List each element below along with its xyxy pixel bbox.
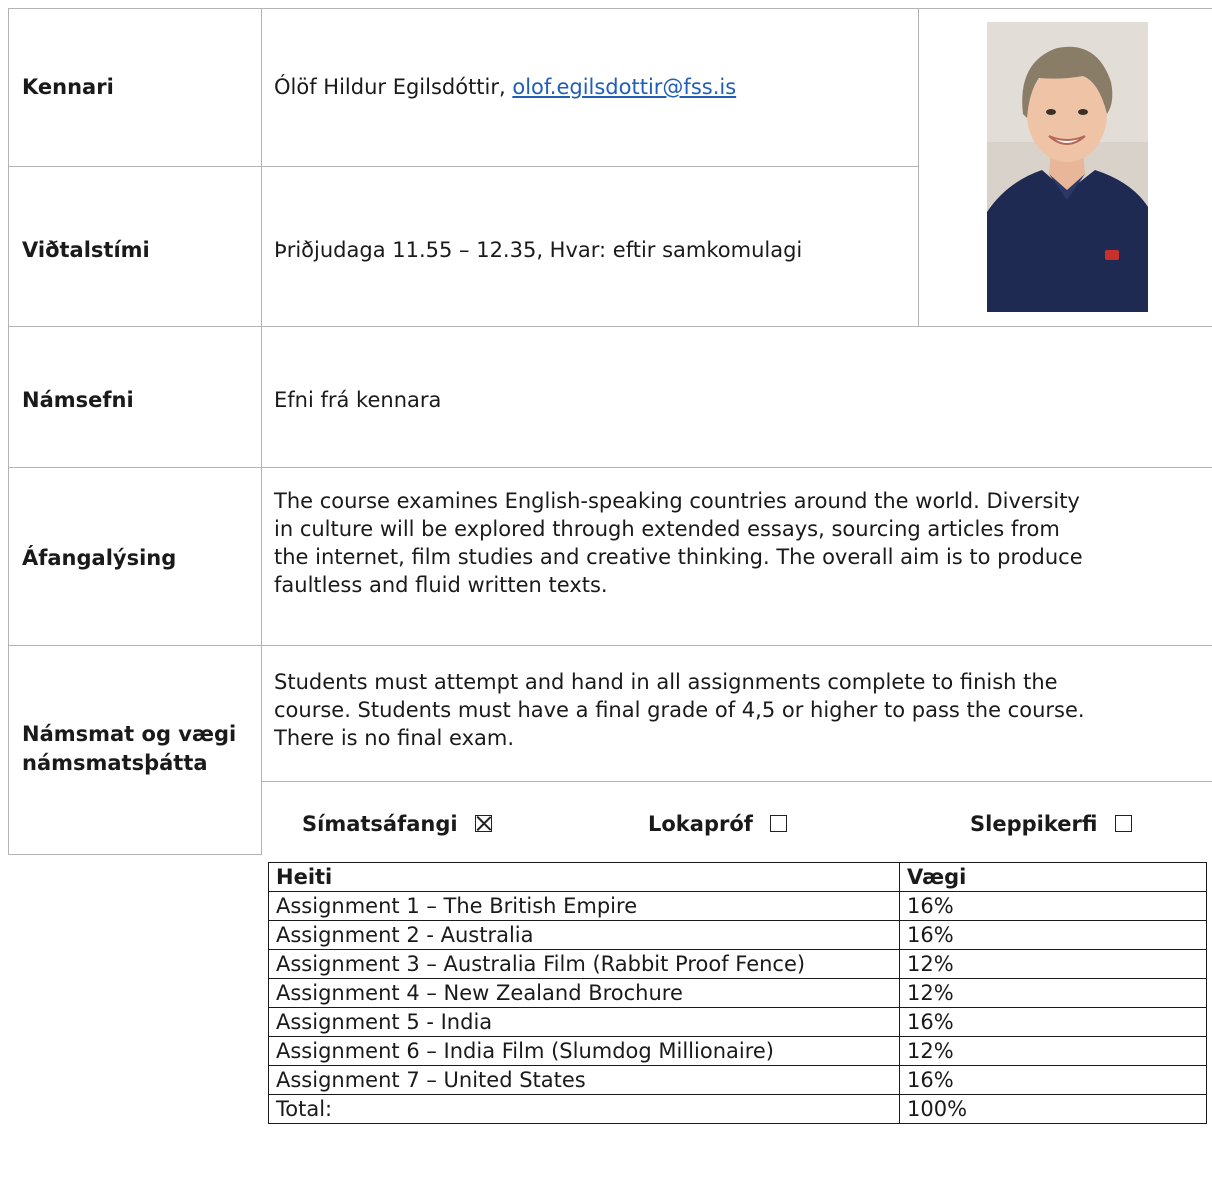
photo-column-divider: [918, 8, 919, 326]
assignment-name: Assignment 2 - Australia: [268, 920, 900, 950]
description-line: The course examines English-speaking cou…: [274, 489, 1080, 513]
checkbox-empty-icon[interactable]: [770, 815, 788, 832]
grades-table: Heiti Vægi Assignment 1 – The British Em…: [268, 862, 1207, 1124]
teacher-name: Ólöf Hildur Egilsdóttir,: [274, 75, 506, 99]
option-lokaprof[interactable]: Lokapróf: [648, 812, 788, 836]
row-divider: [8, 645, 1212, 646]
row-divider: [8, 326, 1212, 327]
description-text: The course examines English-speaking cou…: [274, 487, 1204, 599]
assignment-weight: 12%: [899, 978, 1207, 1008]
checkbox-empty-icon[interactable]: [1114, 815, 1132, 832]
table-row: Assignment 2 - Australia 16%: [268, 920, 1207, 950]
description-label: Áfangalýsing: [22, 546, 177, 570]
assignment-name: Assignment 4 – New Zealand Brochure: [268, 978, 900, 1008]
description-line: the internet, film studies and creative …: [274, 545, 1083, 569]
material-value: Efni frá kennara: [274, 388, 442, 412]
assessment-text: Students must attempt and hand in all as…: [274, 668, 1204, 752]
assignment-weight: 16%: [899, 1065, 1207, 1095]
option-simatsafangi[interactable]: Símatsáfangi: [302, 812, 492, 836]
assessment-line: course. Students must have a final grade…: [274, 698, 1085, 722]
option-label: Lokapróf: [648, 812, 753, 836]
table-row: Assignment 4 – New Zealand Brochure 12%: [268, 978, 1207, 1008]
row-divider: [8, 467, 1212, 468]
column-divider: [261, 8, 262, 855]
row-divider: [8, 166, 919, 167]
assignment-name: Assignment 3 – Australia Film (Rabbit Pr…: [268, 949, 900, 979]
column-header-heiti: Heiti: [268, 862, 900, 892]
table-border-top: [8, 8, 1212, 9]
assignment-weight: 16%: [899, 1007, 1207, 1037]
table-row: Assignment 3 – Australia Film (Rabbit Pr…: [268, 949, 1207, 979]
assessment-label-line: Námsmat og vægi: [22, 722, 237, 746]
assessment-line: There is no final exam.: [274, 726, 515, 750]
assessment-line: Students must attempt and hand in all as…: [274, 670, 1058, 694]
material-label: Námsefni: [22, 388, 134, 412]
teacher-value: Ólöf Hildur Egilsdóttir, olof.egilsdotti…: [274, 73, 736, 102]
description-line: in culture will be explored through exte…: [274, 517, 1060, 541]
assessment-label: Námsmat og vægi námsmatsþátta: [22, 720, 236, 778]
description-line: faultless and fluid written texts.: [274, 573, 608, 597]
sub-row-divider: [261, 781, 1212, 782]
assignment-weight: 12%: [899, 1036, 1207, 1066]
table-row: Assignment 7 – United States 16%: [268, 1065, 1207, 1095]
assignment-weight: 16%: [899, 920, 1207, 950]
teacher-email-link[interactable]: olof.egilsdottir@fss.is: [512, 75, 736, 99]
total-weight: 100%: [899, 1094, 1207, 1124]
total-label: Total:: [268, 1094, 900, 1124]
assignment-weight: 16%: [899, 891, 1207, 921]
assessment-label-line: námsmatsþátta: [22, 751, 208, 775]
assignment-weight: 12%: [899, 949, 1207, 979]
assignment-name: Assignment 7 – United States: [268, 1065, 900, 1095]
table-border-left: [8, 8, 9, 855]
interview-value: Þriðjudaga 11.55 – 12.35, Hvar: eftir sa…: [274, 238, 803, 262]
option-label: Símatsáfangi: [302, 812, 458, 836]
table-row: Assignment 5 - India 16%: [268, 1007, 1207, 1037]
table-border-bottom: [8, 854, 262, 855]
interview-label: Viðtalstími: [22, 238, 150, 262]
teacher-portrait-image: [987, 22, 1148, 312]
table-row: Assignment 1 – The British Empire 16%: [268, 891, 1207, 921]
assignment-name: Assignment 6 – India Film (Slumdog Milli…: [268, 1036, 900, 1066]
option-label: Sleppikerfi: [970, 812, 1098, 836]
table-row: Assignment 6 – India Film (Slumdog Milli…: [268, 1036, 1207, 1066]
table-header-row: Heiti Vægi: [268, 862, 1207, 892]
table-total-row: Total: 100%: [268, 1094, 1207, 1124]
assignment-name: Assignment 1 – The British Empire: [268, 891, 900, 921]
column-header-vaegi: Vægi: [899, 862, 1207, 892]
assignment-name: Assignment 5 - India: [268, 1007, 900, 1037]
teacher-photo: [987, 22, 1148, 312]
teacher-label: Kennari: [22, 75, 114, 99]
option-sleppikerfi[interactable]: Sleppikerfi: [970, 812, 1132, 836]
checkbox-checked-icon[interactable]: [474, 815, 492, 832]
